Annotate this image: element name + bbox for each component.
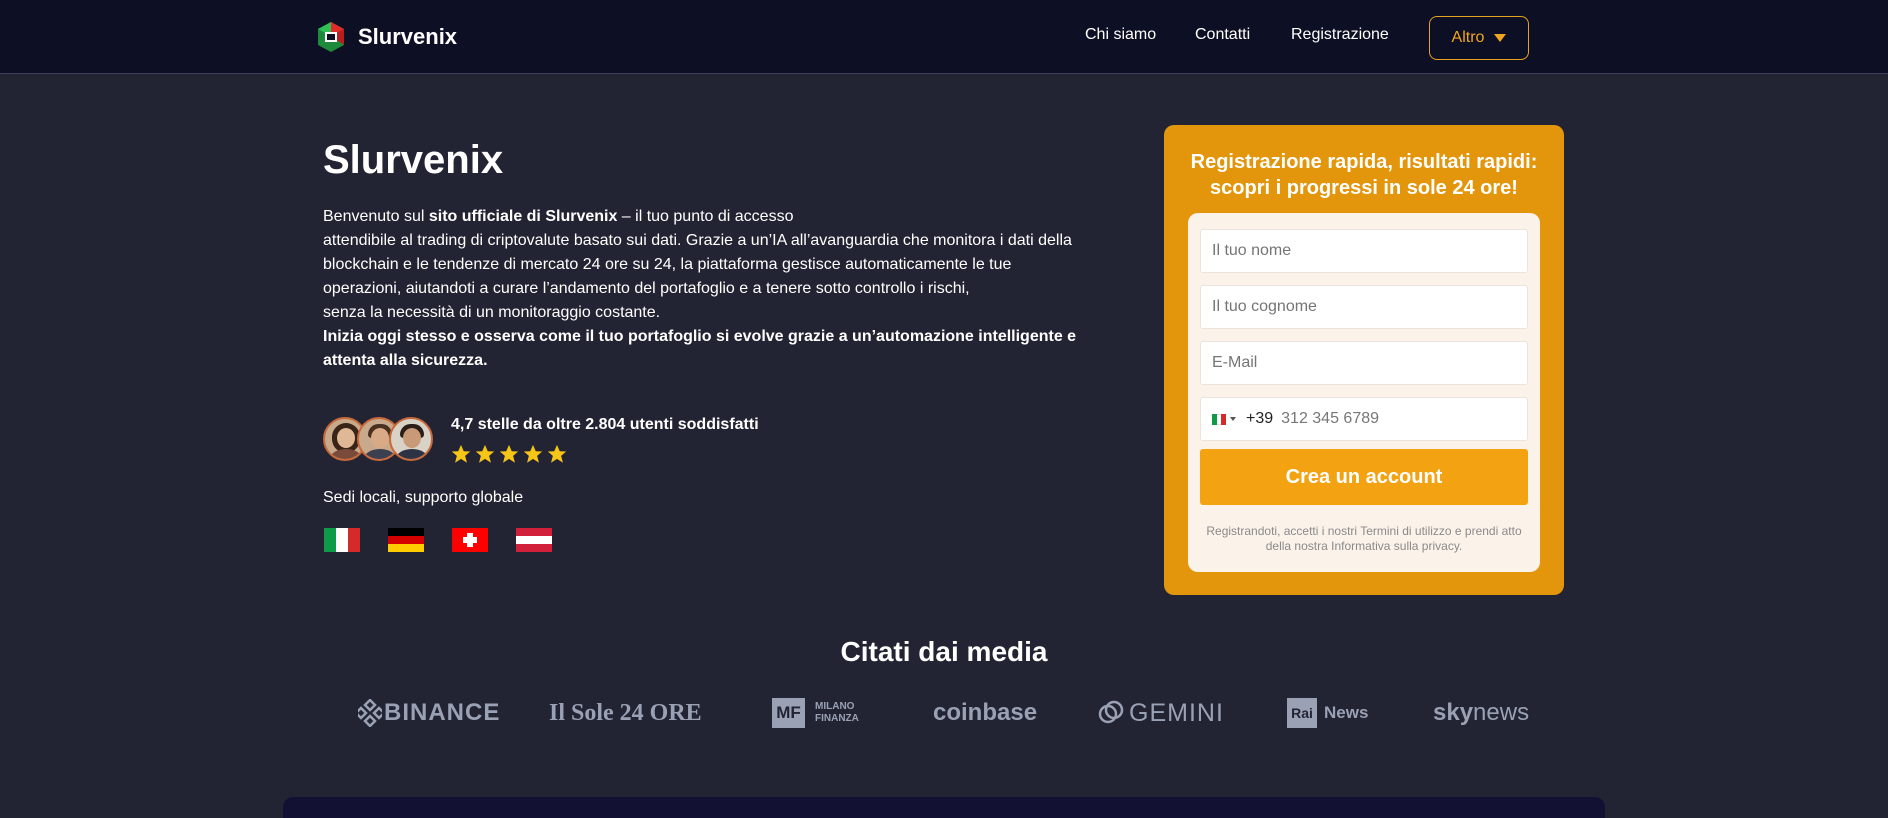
hero-line-5: senza la necessità di un monitoraggio co…: [323, 304, 661, 321]
email-input[interactable]: [1200, 341, 1528, 385]
mf-line-2: FINANZA: [815, 713, 859, 724]
il-sole-24-ore-logo: Il Sole 24 ORE: [549, 696, 702, 730]
phone-placeholder: 312 345 6789: [1281, 410, 1380, 427]
hero-line-4: operazioni, aiutandoti a curare l’andame…: [323, 280, 970, 297]
hero-description: Benvenuto sul sito ufficiale di Slurveni…: [323, 205, 1093, 373]
nav-link-contatti[interactable]: Contatti: [1195, 26, 1250, 44]
hero-title: Slurvenix: [323, 138, 504, 182]
sky-text: sky: [1433, 699, 1474, 726]
mf-line-1: MILANO: [815, 701, 855, 712]
germany-flag: [388, 528, 424, 552]
registration-card: Registrazione rapida, risultati rapidi: …: [1164, 125, 1564, 595]
hero-intro-text: Benvenuto sul: [323, 208, 429, 225]
italy-flag: [324, 528, 360, 552]
binance-icon: [358, 699, 382, 727]
star-icon: [451, 444, 471, 463]
binance-text: BINANCE: [384, 699, 501, 726]
star-icon: [547, 444, 567, 463]
locations-text: Sedi locali, supporto globale: [323, 489, 524, 506]
gemini-logo: GEMINI: [1097, 696, 1224, 730]
registration-form: +39 312 345 6789 Crea un account Registr…: [1188, 213, 1540, 572]
nav-link-registrazione[interactable]: Registrazione: [1291, 26, 1389, 44]
switzerland-flag: [452, 528, 488, 552]
sky-news-text: news: [1473, 699, 1530, 726]
rating-text: 4,7 stelle da oltre 2.804 utenti soddisf…: [451, 416, 759, 433]
il-sole-24-ore-text: Il Sole 24 ORE: [549, 699, 702, 726]
mf-text: MILANO FINANZA: [815, 701, 859, 725]
user-avatars: [323, 417, 433, 463]
country-flags: [324, 528, 552, 552]
last-name-input[interactable]: [1200, 285, 1528, 329]
top-navigation: Slurvenix Chi siamo Contatti Registrazio…: [0, 0, 1888, 74]
chevron-down-icon: [1494, 34, 1507, 42]
avatar: [389, 417, 433, 461]
star-icon: [475, 444, 495, 463]
rai-badge: Rai: [1287, 698, 1317, 728]
phone-input[interactable]: +39 312 345 6789: [1200, 397, 1528, 441]
mf-badge: MF: [772, 698, 805, 728]
brand-name: Slurvenix: [358, 24, 458, 49]
country-dropdown-icon[interactable]: [1230, 417, 1236, 421]
hero-access-text: – il tuo punto di accesso: [617, 208, 794, 225]
media-title: Citati dai media: [840, 636, 1048, 667]
coinbase-text: coinbase: [933, 699, 1038, 726]
hero-line-1: Benvenuto sul sito ufficiale di Slurveni…: [323, 205, 1093, 229]
next-section: [283, 797, 1605, 818]
phone-country-code: +39: [1246, 410, 1274, 427]
star-icon: [523, 444, 543, 463]
gemini-icon: [1098, 700, 1124, 724]
terms-text: Registrandoti, accetti i nostri Termini …: [1206, 524, 1522, 553]
star-icon: [499, 444, 519, 463]
rai-news-text: News: [1324, 703, 1369, 722]
more-dropdown-label: Altro: [1451, 29, 1485, 46]
hero-line-2: attendibile al trading di criptovalute b…: [323, 232, 1072, 249]
brand-logo[interactable]: Slurvenix: [314, 20, 457, 54]
binance-logo: BINANCE: [358, 696, 500, 730]
first-name-input[interactable]: [1200, 229, 1528, 273]
italy-flag-icon[interactable]: [1212, 413, 1227, 425]
brand-logo-icon: [318, 22, 344, 52]
sky-news-logo: sky news: [1433, 696, 1529, 730]
rai-news-logo: Rai News: [1287, 696, 1368, 730]
hero-cta-text: Inizia oggi stesso e osserva come il tuo…: [323, 328, 1077, 369]
milano-finanza-logo: MF MILANO FINANZA: [772, 696, 859, 730]
more-dropdown-button[interactable]: Altro: [1429, 16, 1529, 60]
hero-line-3: blockchain e le tendenze di mercato 24 o…: [323, 256, 1012, 273]
nav-link-chi-siamo[interactable]: Chi siamo: [1085, 26, 1156, 44]
rating-stars: [450, 443, 568, 465]
registration-title: Registrazione rapida, risultati rapidi: …: [1190, 151, 1538, 199]
gemini-text: GEMINI: [1129, 698, 1224, 727]
coinbase-logo: coinbase: [933, 696, 1037, 730]
austria-flag: [516, 528, 552, 552]
create-account-button[interactable]: Crea un account: [1200, 449, 1528, 505]
hero-official-site-text: sito ufficiale di Slurvenix: [428, 208, 618, 225]
